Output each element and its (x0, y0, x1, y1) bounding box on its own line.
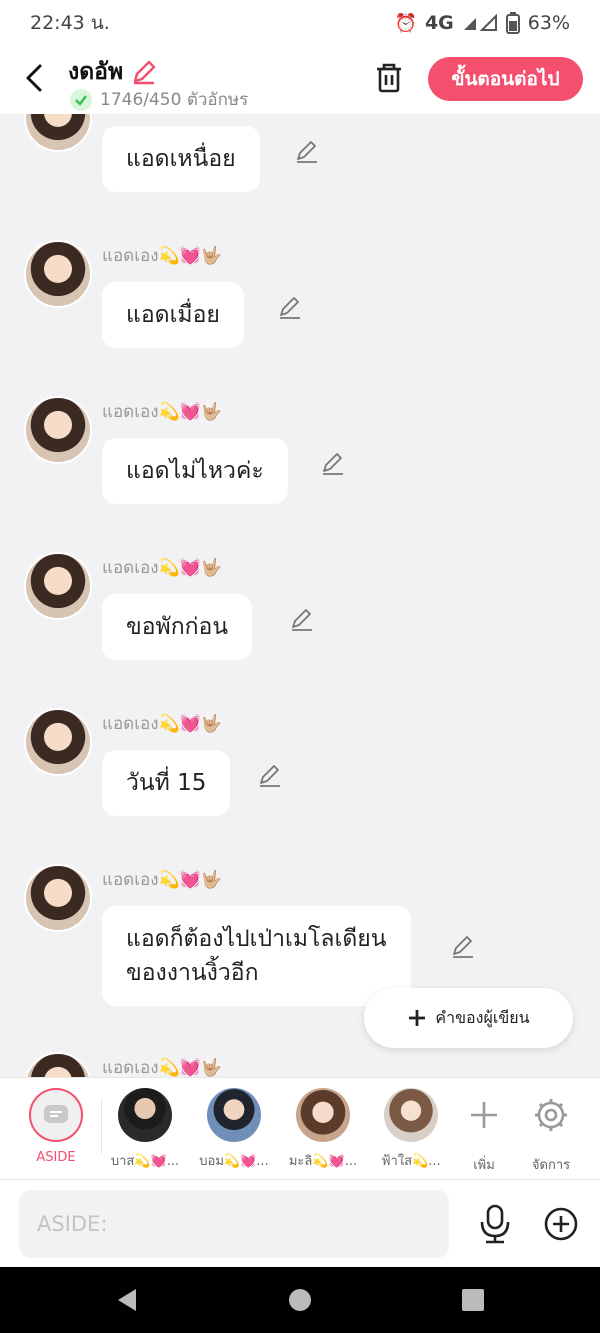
chat-icon (29, 1088, 83, 1142)
avatar[interactable] (24, 396, 92, 464)
message-bubble[interactable]: แอดไม่ไหวค่ะ (102, 438, 288, 504)
message-text: วันที่ 15 (126, 770, 207, 796)
avatar[interactable] (24, 114, 92, 152)
character-fahsai[interactable]: ฟ้าใส💫... (371, 1088, 451, 1171)
next-step-button[interactable]: ขั้นตอนต่อไป (428, 57, 583, 101)
avatar[interactable] (24, 240, 92, 308)
sender-name: แอดเอง💫💓🤟🏼 (102, 246, 223, 266)
character-name: ASIDE (36, 1150, 76, 1165)
nav-home-icon[interactable] (288, 1288, 312, 1312)
mic-icon[interactable] (478, 1204, 512, 1244)
avatar (118, 1088, 172, 1142)
trash-icon[interactable] (372, 60, 406, 96)
gear-icon (535, 1099, 567, 1131)
add-circle-icon[interactable] (543, 1206, 579, 1242)
character-bom[interactable]: บอม💫💓... (194, 1088, 274, 1171)
manage-characters-button[interactable]: จัดการ (511, 1088, 591, 1175)
message-input[interactable] (19, 1190, 449, 1258)
story-header: งดอัพ 1746/450 ตัวอักษร ขั้นตอนต่อไป (0, 46, 600, 114)
plus-icon (471, 1102, 497, 1128)
character-bar: ASIDE บาส💫💓... บอม💫💓... มะลิ💫💓... ฟ้าใส💫… (0, 1077, 600, 1179)
edit-icon[interactable] (450, 934, 476, 960)
status-bar: 22:43 น. ⏰ 4G 63% (0, 0, 600, 46)
nav-back-icon[interactable] (114, 1287, 140, 1313)
message-text-line-2: ของงานงิ้วอีก (126, 960, 259, 986)
author-note-label: คำของผู้เขียน (435, 1007, 530, 1027)
character-mali[interactable]: มะลิ💫💓... (283, 1088, 363, 1171)
edit-icon[interactable] (289, 607, 315, 633)
system-nav-bar (0, 1267, 600, 1333)
avatar[interactable] (24, 864, 92, 932)
message-bubble[interactable]: ขอพักก่อน (102, 594, 253, 660)
pencil-icon[interactable] (131, 59, 157, 85)
character-aside[interactable]: ASIDE (16, 1088, 96, 1165)
network-label: 4G (424, 12, 454, 34)
message-text-line-1: แอดก็ต้องไปเป่าเมโลเดียน (126, 926, 387, 952)
edit-icon[interactable] (277, 295, 303, 321)
character-name: บาส💫💓... (110, 1154, 180, 1169)
avatar (296, 1088, 350, 1142)
avatar (384, 1088, 438, 1142)
message-text: ขอพักก่อน (126, 614, 229, 640)
alarm-icon: ⏰ (394, 12, 417, 34)
character-name: มะลิ💫💓... (288, 1154, 358, 1169)
edit-icon[interactable] (294, 139, 320, 165)
sender-name: แอดเอง💫💓🤟🏼 (102, 402, 223, 422)
message-bubble[interactable]: แอดเหนื่อย (102, 126, 260, 192)
character-bas[interactable]: บาส💫💓... (105, 1088, 185, 1171)
battery-level: 63% (527, 12, 570, 34)
manage-label: จัดการ (531, 1158, 571, 1173)
message-text: แอดเหนื่อย (126, 146, 236, 172)
avatar[interactable] (24, 1052, 92, 1077)
character-counter: 1746/450 ตัวอักษร (70, 86, 248, 113)
edit-icon[interactable] (257, 763, 283, 789)
counter-text: 1746/450 ตัวอักษร (100, 90, 249, 110)
message-bubble[interactable]: วันที่ 15 (102, 750, 231, 816)
message-text: แอดไม่ไหวค่ะ (126, 458, 264, 484)
signal-icon (463, 14, 497, 31)
character-name: ฟ้าใส💫... (381, 1154, 441, 1169)
plus-icon (409, 1010, 426, 1026)
nav-recent-icon[interactable] (461, 1288, 485, 1312)
message-text: แอดเมื่อย (126, 302, 220, 328)
character-name: บอม💫💓... (199, 1154, 269, 1169)
avatar[interactable] (24, 708, 92, 776)
status-icons: ⏰ 4G 63% (395, 12, 570, 34)
sender-name: แอดเอง💫💓🤟🏼 (102, 558, 223, 578)
avatar (207, 1088, 261, 1142)
title-text: งดอัพ (68, 59, 124, 85)
message-bubble[interactable]: แอดก็ต้องไปเป่าเมโลเดียน ของงานงิ้วอีก (102, 906, 411, 1006)
chat-area[interactable]: แอดเหนื่อย แอดเอง💫💓🤟🏼 แอดเมื่อย แอดเอง💫💓… (0, 114, 600, 1077)
check-icon (70, 88, 92, 111)
back-arrow-icon[interactable] (18, 60, 52, 96)
edit-icon[interactable] (320, 451, 346, 477)
status-time: 22:43 น. (30, 12, 110, 34)
page-title[interactable]: งดอัพ (68, 54, 157, 90)
sender-name: แอดเอง💫💓🤟🏼 (102, 870, 223, 890)
battery-icon (505, 12, 520, 34)
composer (0, 1179, 600, 1267)
avatar[interactable] (24, 552, 92, 620)
message-bubble[interactable]: แอดเมื่อย (102, 282, 244, 348)
author-note-button[interactable]: คำของผู้เขียน (364, 988, 573, 1048)
sender-name: แอดเอง💫💓🤟🏼 (102, 1058, 223, 1077)
sender-name: แอดเอง💫💓🤟🏼 (102, 714, 223, 734)
divider (101, 1098, 102, 1154)
